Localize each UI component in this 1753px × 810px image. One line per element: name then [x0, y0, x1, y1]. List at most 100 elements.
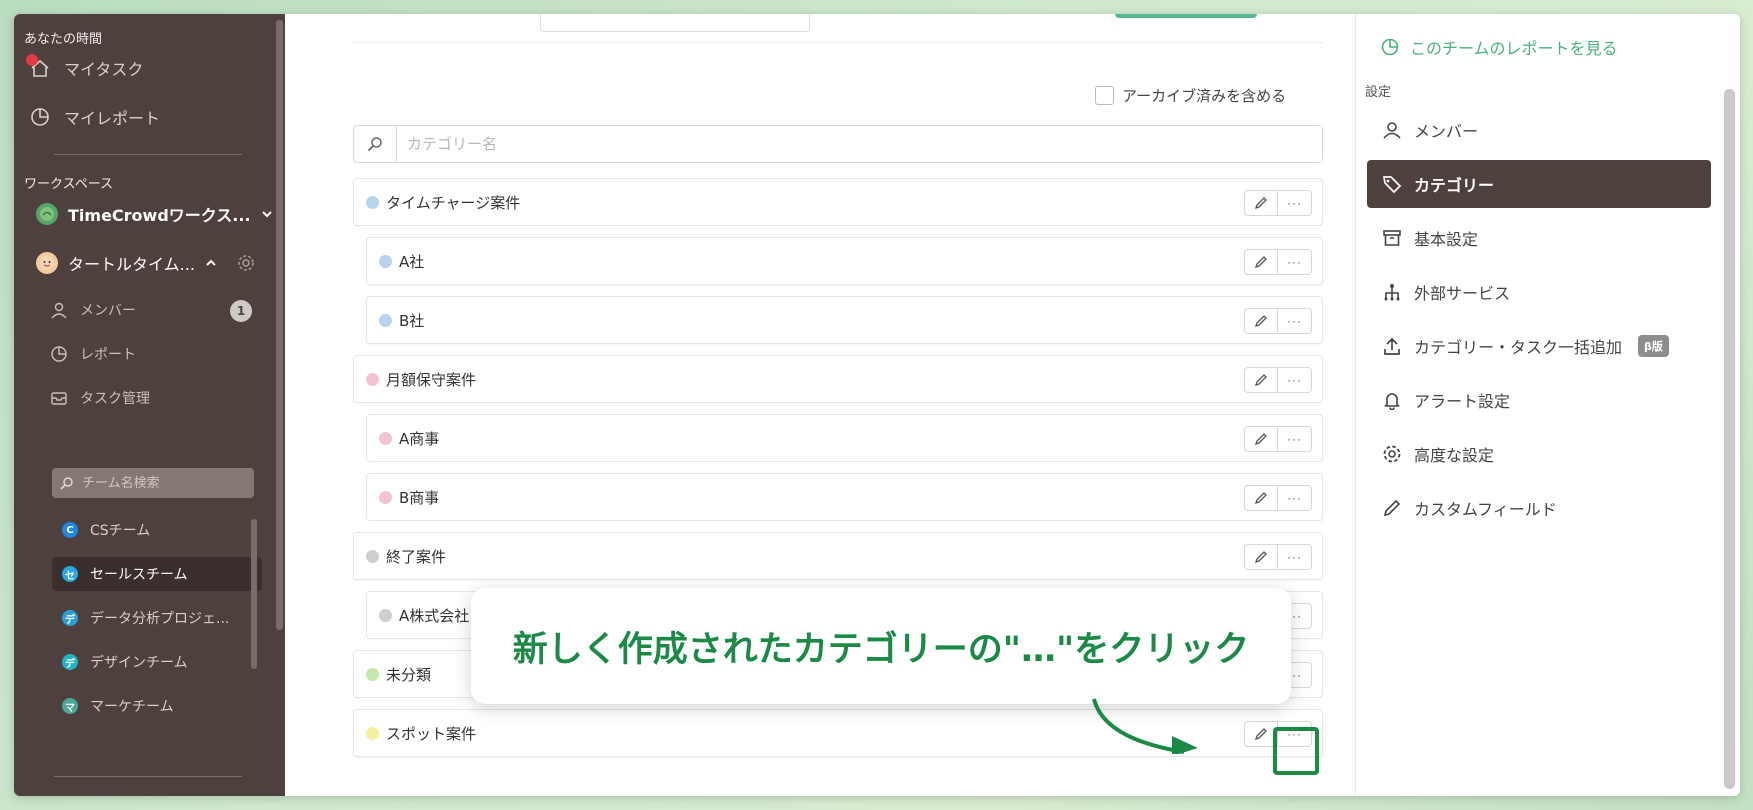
network-icon	[1382, 282, 1402, 302]
team-search-field[interactable]	[52, 468, 254, 498]
workspace-selector[interactable]: TimeCrowdワークス...	[36, 202, 273, 226]
edit-category-button[interactable]	[1244, 190, 1278, 216]
pencil-icon	[1254, 550, 1268, 564]
members-count-badge: 1	[230, 300, 252, 322]
edit-category-button[interactable]	[1244, 544, 1278, 570]
settings-item-label: 外部サービス	[1414, 284, 1511, 303]
sidebar-scrollbar[interactable]	[276, 20, 283, 630]
pencil-icon	[1382, 498, 1402, 518]
team-label: マーケチーム	[90, 699, 174, 715]
sidebar-item-my-report[interactable]: マイレポート	[28, 105, 160, 129]
sidebar-sub-members[interactable]: メンバー	[50, 300, 136, 320]
home-icon	[26, 54, 52, 80]
category-actions: ···	[1244, 190, 1312, 216]
team-search-input[interactable]	[80, 474, 244, 492]
category-color-dot	[366, 372, 379, 386]
category-color-dot	[366, 195, 379, 209]
report-label: レポート	[80, 347, 136, 363]
edit-category-button[interactable]	[1244, 249, 1278, 275]
settings-item-label: 基本設定	[1414, 230, 1479, 249]
category-row: A社 ···	[366, 237, 1323, 285]
gear-icon[interactable]	[237, 254, 255, 272]
team-item[interactable]: デデザインチーム	[52, 645, 262, 679]
sidebar-sub-task-manage[interactable]: タスク管理	[50, 388, 150, 408]
team-report-link[interactable]: このチームのレポートを見る	[1380, 35, 1618, 59]
more-options-button[interactable]: ···	[1278, 544, 1312, 570]
settings-item[interactable]: カテゴリー・タスク一括追加 β版	[1382, 334, 1669, 358]
sidebar-item-my-task[interactable]: マイタスク	[26, 54, 144, 80]
pencil-icon	[1254, 373, 1268, 387]
team-item[interactable]: セセールスチーム	[52, 557, 262, 591]
settings-item-label: カテゴリー・タスク一括追加	[1414, 338, 1623, 357]
more-options-button[interactable]: ···	[1278, 367, 1312, 393]
category-color-dot	[379, 608, 392, 622]
edit-category-button[interactable]	[1244, 367, 1278, 393]
my-task-label: マイタスク	[64, 60, 144, 79]
pencil-icon	[1254, 491, 1268, 505]
team-group-selector[interactable]: タートルタイム...	[36, 251, 255, 275]
settings-item[interactable]: メンバー	[1382, 118, 1478, 142]
more-options-button[interactable]: ···	[1278, 485, 1312, 511]
settings-label: 設定	[1365, 85, 1392, 100]
settings-item[interactable]: カテゴリー	[1367, 160, 1711, 208]
edit-category-button[interactable]	[1244, 308, 1278, 334]
more-options-button[interactable]: ···	[1278, 249, 1312, 275]
category-color-dot	[366, 549, 379, 563]
team-icon: C	[62, 522, 78, 538]
settings-item[interactable]: 基本設定	[1382, 226, 1478, 250]
sidebar-divider	[54, 154, 242, 155]
category-color-dot	[366, 726, 379, 740]
beta-badge: β版	[1638, 335, 1669, 357]
team-list-scrollbar[interactable]	[251, 519, 257, 669]
more-button-highlight	[1273, 727, 1319, 775]
settings-item[interactable]: アラート設定	[1382, 388, 1510, 412]
person-icon	[1382, 120, 1402, 140]
category-color-dot	[379, 431, 392, 445]
pencil-icon	[1254, 432, 1268, 446]
category-search	[353, 125, 1323, 163]
category-row: A商事 ···	[366, 414, 1323, 462]
chevron-up-icon	[205, 257, 217, 269]
team-item[interactable]: C CSチーム	[52, 513, 262, 547]
settings-panel-scrollbar[interactable]	[1724, 89, 1735, 789]
team-icon: セ	[62, 566, 78, 582]
edit-category-button[interactable]	[1244, 426, 1278, 452]
team-icon: デ	[62, 654, 78, 670]
more-options-button[interactable]: ···	[1278, 190, 1312, 216]
team-label: CSチーム	[90, 523, 151, 539]
team-icon: デ	[62, 610, 78, 626]
category-row: タイムチャージ案件 ···	[353, 178, 1323, 226]
category-color-dot	[366, 667, 379, 681]
sidebar-sub-report[interactable]: レポート	[50, 344, 136, 364]
include-archived-checkbox[interactable]	[1095, 86, 1114, 105]
settings-item[interactable]: 高度な設定	[1382, 442, 1494, 466]
sidebar: あなたの時間 マイタスク マイレポート ワークスペース TimeCrowdワーク…	[14, 14, 285, 796]
workspace-label: ワークスペース	[24, 177, 114, 192]
your-time-label: あなたの時間	[24, 32, 103, 47]
pencil-icon	[1254, 255, 1268, 269]
workspace-name: TimeCrowdワークス...	[68, 206, 251, 225]
category-search-input[interactable]	[397, 126, 1322, 162]
team-item[interactable]: ママーケチーム	[52, 689, 262, 723]
settings-item[interactable]: カスタムフィールド	[1382, 496, 1557, 520]
gear-icon	[1382, 444, 1402, 464]
callout-arrow-icon	[1092, 698, 1198, 754]
more-options-button[interactable]: ···	[1278, 308, 1312, 334]
settings-item[interactable]: 外部サービス	[1382, 280, 1510, 304]
category-name: B商事	[399, 488, 440, 507]
edit-category-button[interactable]	[1244, 485, 1278, 511]
include-archived-toggle[interactable]: アーカイブ済みを含める	[1095, 85, 1286, 106]
top-partial-button[interactable]	[1115, 14, 1257, 18]
sidebar-bottom-divider	[54, 776, 242, 777]
category-name: A社	[399, 252, 425, 271]
more-options-button[interactable]: ···	[1278, 426, 1312, 452]
team-item[interactable]: デデータ分析プロジェ...	[52, 601, 262, 635]
instruction-callout: 新しく作成されたカテゴリーの"…"をクリック	[471, 588, 1291, 704]
category-row: 月額保守案件 ···	[353, 355, 1323, 403]
settings-item-label: アラート設定	[1414, 392, 1511, 411]
search-icon	[354, 126, 397, 162]
category-color-dot	[379, 254, 392, 268]
archive-box-icon	[1382, 228, 1402, 248]
top-partial-field[interactable]	[540, 14, 810, 32]
category-name: A株式会社	[399, 606, 470, 625]
